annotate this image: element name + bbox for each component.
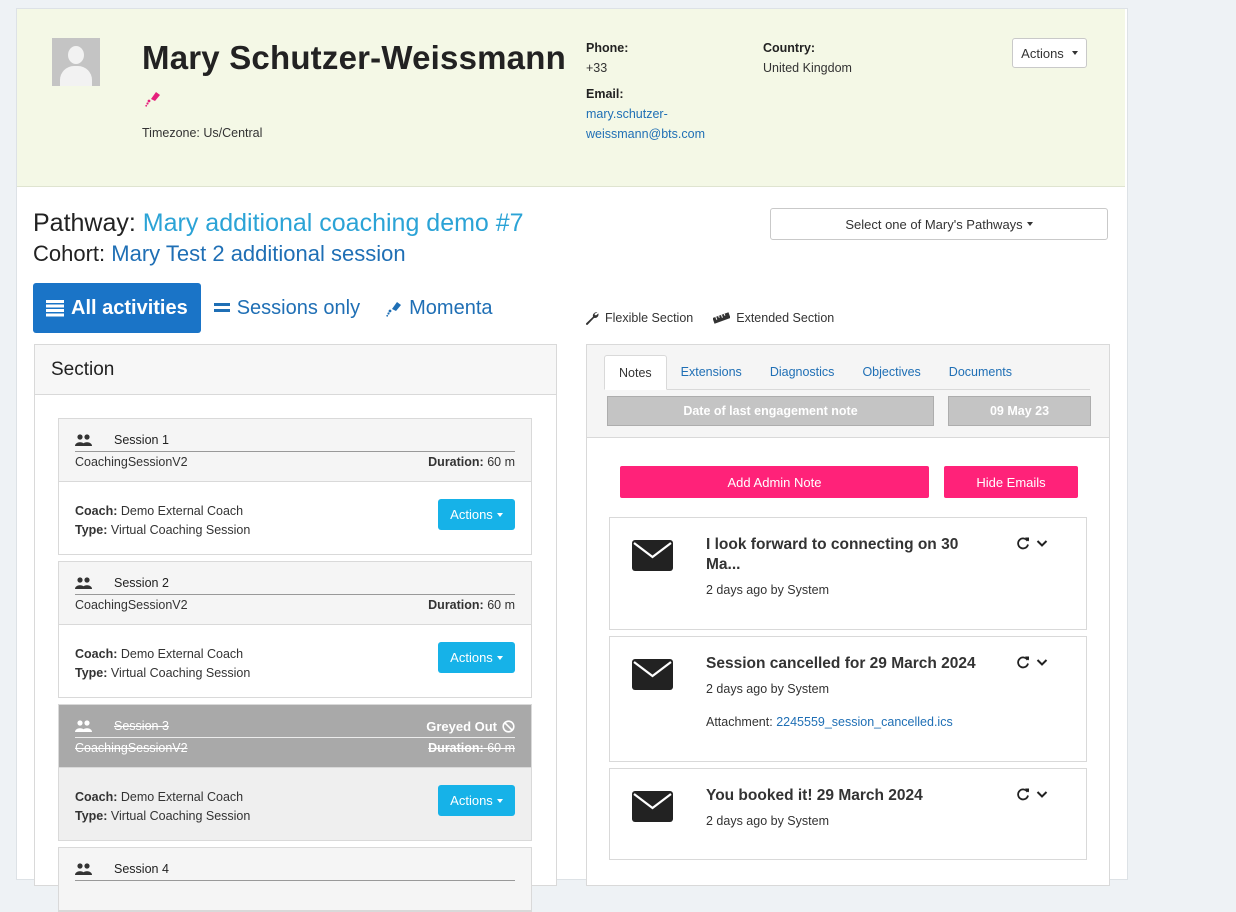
tab-momenta[interactable]: Momenta (373, 283, 505, 333)
phone-value: +33 (586, 61, 608, 75)
momenta-icon (386, 302, 402, 317)
note-title[interactable]: Session cancelled for 29 March 2024 (706, 654, 1006, 674)
section-legend: Flexible Section Extended Section (585, 311, 834, 325)
cohort-link[interactable]: Mary Test 2 additional session (111, 241, 405, 266)
greyed-out-status: Greyed Out (426, 718, 497, 734)
note-title[interactable]: I look forward to connecting on 30 Ma... (706, 535, 976, 575)
equals-icon (213, 303, 230, 312)
tab-all-activities[interactable]: All activities (33, 283, 201, 333)
wrench-icon (586, 312, 599, 325)
envelope-icon (632, 540, 673, 571)
attachment-link[interactable]: 2245559_session_cancelled.ics (776, 715, 953, 729)
note-item: Session cancelled for 29 March 2024 2 da… (609, 636, 1087, 762)
section-title: Section (35, 345, 556, 395)
envelope-icon (632, 659, 673, 690)
caret-down-icon (496, 655, 503, 660)
profile-name: Mary Schutzer-Weissmann (142, 39, 566, 76)
country-value: United Kingdom (763, 61, 852, 75)
avatar (52, 38, 100, 86)
hide-emails-button[interactable]: Hide Emails (944, 466, 1078, 498)
tab-notes[interactable]: Notes (604, 355, 667, 390)
session-name: Session 1 (114, 433, 169, 447)
session-name: Session 4 (114, 862, 169, 876)
tab-documents[interactable]: Documents (935, 355, 1026, 389)
country-label: Country: (763, 41, 816, 55)
list-icon (46, 300, 64, 317)
caret-down-icon (1026, 222, 1033, 226)
session-type-code: CoachingSessionV2 (75, 598, 188, 612)
session-card: Session 4 (58, 847, 532, 912)
last-engagement-date: 09 May 23 (948, 396, 1091, 426)
refresh-icon[interactable] (1016, 655, 1030, 669)
session-type: Virtual Coaching Session (110, 809, 251, 823)
section-panel: Section Session 1 CoachingSessionV2 Dura… (34, 344, 557, 912)
last-engagement-label: Date of last engagement note (607, 396, 934, 426)
coach-name: Demo External Coach (120, 504, 244, 518)
ban-icon (502, 719, 515, 733)
email-label: Email: (586, 87, 624, 101)
coach-name: Demo External Coach (120, 647, 244, 661)
profile-page: Mary Schutzer-Weissmann Timezone: Us/Cen… (16, 8, 1128, 912)
session-name: Session 3 (114, 719, 169, 733)
note-item: I look forward to connecting on 30 Ma...… (609, 517, 1087, 630)
session-type-code: CoachingSessionV2 (75, 741, 188, 755)
notes-panel: Notes Extensions Diagnostics Objectives … (586, 344, 1110, 886)
users-icon (75, 720, 92, 732)
session-type: Virtual Coaching Session (110, 523, 251, 537)
profile-header: Mary Schutzer-Weissmann Timezone: Us/Cen… (17, 9, 1125, 187)
select-pathway-dropdown[interactable]: Select one of Mary's Pathways (770, 208, 1108, 240)
notes-tabs: Notes Extensions Diagnostics Objectives … (604, 355, 1090, 390)
tab-objectives[interactable]: Objectives (848, 355, 934, 389)
users-icon (75, 863, 92, 875)
caret-down-icon (496, 798, 503, 803)
caret-down-icon (1071, 51, 1078, 55)
session-name: Session 2 (114, 576, 169, 590)
session-actions-button[interactable]: Actions (438, 499, 515, 530)
chevron-down-icon[interactable] (1036, 655, 1048, 669)
session-type-code: CoachingSessionV2 (75, 455, 188, 469)
cohort-heading: Cohort: Mary Test 2 additional session (33, 241, 406, 266)
note-item: You booked it! 29 March 2024 2 days ago … (609, 768, 1087, 860)
session-type: Virtual Coaching Session (110, 666, 251, 680)
session-actions-button[interactable]: Actions (438, 785, 515, 816)
session-card: Session 2 CoachingSessionV2 Duration: 60… (58, 561, 532, 698)
header-actions-button[interactable]: Actions (1012, 38, 1087, 68)
refresh-icon[interactable] (1016, 536, 1030, 550)
email-link[interactable]: mary.schutzer- weissmann@bts.com (586, 104, 705, 144)
view-tabs: All activities Sessions only Momenta (33, 283, 506, 333)
coach-name: Demo External Coach (120, 790, 244, 804)
session-duration: 60 m (487, 598, 515, 612)
envelope-icon (632, 791, 673, 822)
session-duration: 60 m (487, 741, 515, 755)
add-admin-note-button[interactable]: Add Admin Note (620, 466, 929, 498)
session-actions-button[interactable]: Actions (438, 642, 515, 673)
phone-label: Phone: (586, 41, 629, 55)
caret-down-icon (496, 512, 503, 517)
pathway-link[interactable]: Mary additional coaching demo #7 (143, 209, 524, 237)
ruler-icon (713, 312, 731, 324)
note-meta: 2 days ago by System (706, 682, 829, 696)
session-card: Session 1 CoachingSessionV2 Duration: 60… (58, 418, 532, 555)
note-attachment: Attachment: 2245559_session_cancelled.ic… (706, 715, 953, 729)
timezone: Timezone: Us/Central (142, 126, 263, 140)
refresh-icon[interactable] (1016, 787, 1030, 801)
chevron-down-icon[interactable] (1036, 787, 1048, 801)
note-meta: 2 days ago by System (706, 814, 829, 828)
note-meta: 2 days ago by System (706, 583, 829, 597)
users-icon (75, 577, 92, 589)
pathway-heading: Pathway: Mary additional coaching demo #… (33, 209, 524, 237)
note-title[interactable]: You booked it! 29 March 2024 (706, 786, 1006, 806)
session-card-greyed: Session 3 Greyed Out CoachingSessionV2 D… (58, 704, 532, 841)
users-icon (75, 434, 92, 446)
tab-diagnostics[interactable]: Diagnostics (756, 355, 849, 389)
chevron-down-icon[interactable] (1036, 536, 1048, 550)
tab-sessions-only[interactable]: Sessions only (201, 283, 373, 333)
momenta-icon (145, 89, 161, 112)
tab-extensions[interactable]: Extensions (667, 355, 756, 389)
session-duration: 60 m (487, 455, 515, 469)
